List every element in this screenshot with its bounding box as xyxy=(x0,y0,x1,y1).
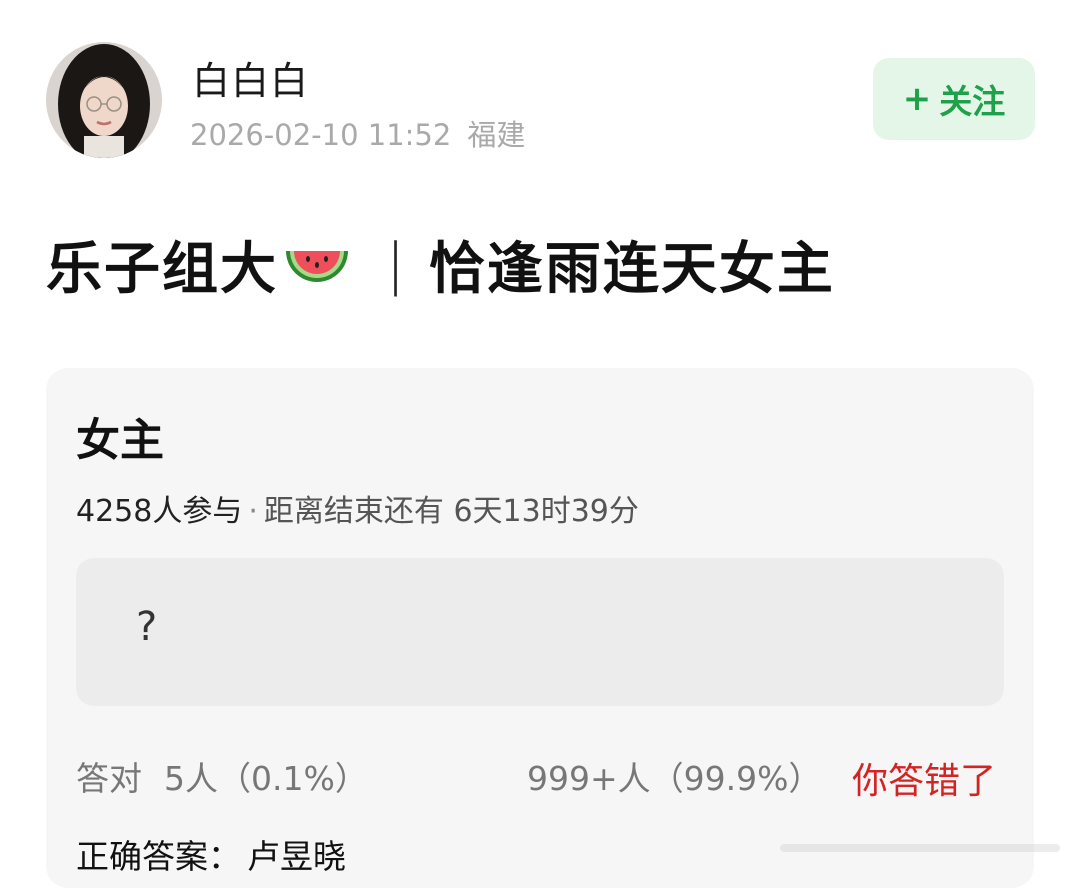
post-timestamp: 2026-02-10 11:52 xyxy=(190,118,452,152)
answer-label: 正确答案： xyxy=(76,837,241,876)
avatar[interactable] xyxy=(46,42,162,158)
poll-option-text: ? xyxy=(136,604,158,650)
post-title-part2: 恰逢雨连天女主 xyxy=(428,236,835,302)
follow-label: 关注 xyxy=(939,82,1006,121)
post-title-part1: 乐子组大 xyxy=(46,236,278,302)
wrong-count: 999+人（99.9%） xyxy=(527,759,822,798)
meta-dot: · xyxy=(248,494,258,529)
username[interactable]: 白白白 xyxy=(192,50,309,105)
correct-result: 答对 5人（0.1%） xyxy=(76,752,368,800)
plus-icon: + xyxy=(902,79,932,119)
correct-label: 答对 xyxy=(76,759,142,798)
poll-participants: 4258人参与 xyxy=(76,494,243,529)
watermelon-icon xyxy=(286,251,348,282)
poll-title: 女主 xyxy=(76,415,164,466)
post-meta: 2026-02-10 11:52 福建 xyxy=(190,112,525,154)
poll-option[interactable]: ? xyxy=(76,558,1004,706)
avatar-image xyxy=(46,42,162,158)
watermark xyxy=(780,844,1060,852)
title-separator: | xyxy=(386,231,407,297)
correct-count: 5人（0.1%） xyxy=(164,759,368,798)
follow-button[interactable]: + 关注 xyxy=(873,58,1035,140)
post-title: 乐子组大 | 恰逢雨连天女主 xyxy=(46,228,835,302)
post-location: 福建 xyxy=(467,118,526,152)
correct-answer: 正确答案： 卢昱晓 xyxy=(76,830,346,878)
poll-meta: 4258人参与 · 距离结束还有 6天13时39分 xyxy=(76,486,639,530)
wrong-status: 你答错了 xyxy=(852,761,997,802)
answer-value: 卢昱晓 xyxy=(247,837,346,876)
poll-remaining-time: 距离结束还有 6天13时39分 xyxy=(263,494,639,529)
